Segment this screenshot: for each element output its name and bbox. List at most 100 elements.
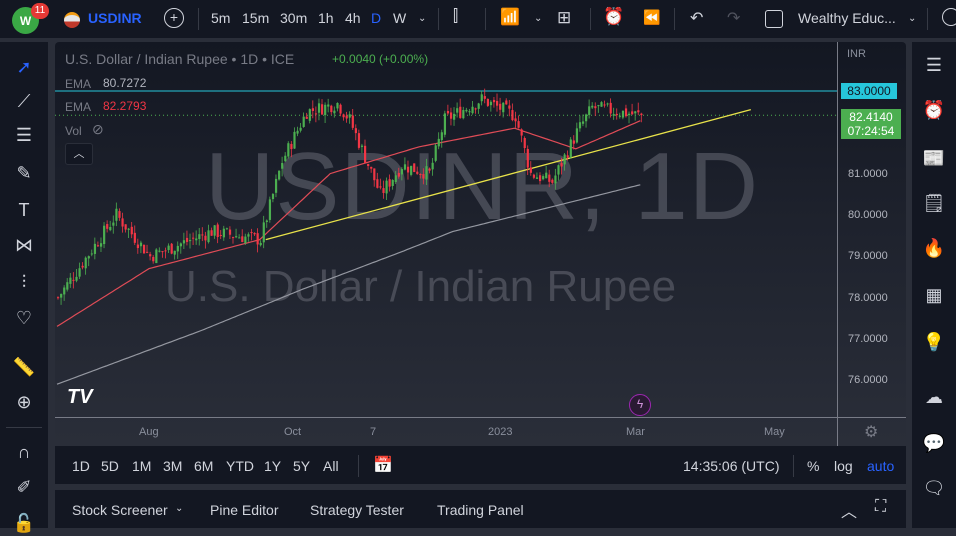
fib-icon[interactable]: ☰ bbox=[11, 122, 37, 148]
interval-w[interactable]: W bbox=[393, 10, 406, 26]
chevron-down-icon[interactable]: ⌄ bbox=[418, 13, 426, 24]
legend-change: +0.0040 (+0.00%) bbox=[332, 52, 429, 66]
log-toggle[interactable]: log bbox=[834, 458, 853, 474]
maximize-icon[interactable]: ⛶ bbox=[875, 498, 886, 516]
tab-stock-screener[interactable]: Stock Screener bbox=[72, 502, 168, 518]
range-1d[interactable]: 1D bbox=[72, 458, 90, 474]
trend-line-icon[interactable]: ⟋ bbox=[11, 88, 37, 114]
auto-toggle[interactable]: auto bbox=[867, 458, 894, 474]
symbol-search[interactable]: USDINR bbox=[88, 10, 142, 26]
pattern-icon[interactable]: ⋈ bbox=[11, 232, 37, 258]
candle-body bbox=[342, 114, 345, 118]
watchlist-icon[interactable]: ☰ bbox=[921, 52, 947, 78]
range-1y[interactable]: 1Y bbox=[264, 458, 281, 474]
indicators-icon[interactable]: 📶 bbox=[500, 7, 520, 27]
chevron-down-icon[interactable]: ⌄ bbox=[175, 503, 183, 514]
undo-icon[interactable]: ↶ bbox=[690, 8, 703, 28]
settings-gear-icon[interactable]: ⚙ bbox=[864, 422, 878, 442]
price-plot[interactable] bbox=[55, 42, 906, 446]
eye-hidden-icon[interactable]: ⊘ bbox=[92, 121, 104, 138]
candle-body bbox=[566, 155, 569, 158]
candle-body bbox=[333, 110, 336, 114]
candle-body bbox=[588, 106, 591, 115]
compare-add-icon[interactable]: + bbox=[164, 8, 184, 28]
data-window-icon[interactable]: 🗒 bbox=[921, 190, 947, 216]
candle-body bbox=[207, 230, 210, 243]
candle-body bbox=[606, 103, 609, 105]
forecast-icon[interactable]: ⫶ bbox=[11, 269, 37, 295]
calendar-icon[interactable]: ▦ bbox=[921, 282, 947, 308]
tradingview-logo[interactable]: TV bbox=[67, 386, 93, 409]
lightning-icon[interactable]: ϟ bbox=[629, 394, 651, 416]
chart-pane[interactable]: USDINR, 1D U.S. Dollar / Indian Rupee U.… bbox=[55, 42, 906, 446]
tab-pine-editor[interactable]: Pine Editor bbox=[210, 502, 278, 518]
brush-icon[interactable]: ✎ bbox=[11, 160, 37, 186]
percent-toggle[interactable]: % bbox=[807, 458, 819, 474]
candle-body bbox=[130, 226, 133, 235]
magnet-icon[interactable]: ∩ bbox=[11, 439, 37, 465]
lock-icon[interactable]: 🔓 bbox=[11, 510, 37, 536]
interval-5m[interactable]: 5m bbox=[211, 10, 230, 26]
candle-body bbox=[210, 230, 213, 236]
candle-body bbox=[373, 168, 376, 181]
candle-body bbox=[554, 175, 557, 184]
range-ytd[interactable]: YTD bbox=[226, 458, 254, 474]
cursor-icon[interactable]: ➚ bbox=[11, 54, 37, 80]
zoom-in-icon[interactable]: ⊕ bbox=[11, 389, 37, 415]
ruler-icon[interactable]: 📏 bbox=[11, 354, 37, 380]
replay-icon[interactable]: ⏪ bbox=[643, 9, 660, 26]
clock[interactable]: 14:35:06 (UTC) bbox=[683, 458, 779, 474]
ema-slow-value: 82.2793 bbox=[103, 99, 147, 113]
range-1m[interactable]: 1M bbox=[132, 458, 151, 474]
range-all[interactable]: All bbox=[323, 458, 339, 474]
candle-body bbox=[192, 237, 195, 239]
interval-d[interactable]: D bbox=[371, 10, 381, 26]
interval-15m[interactable]: 15m bbox=[242, 10, 269, 26]
layout-name[interactable]: Wealthy Educ... bbox=[798, 10, 896, 26]
candle-body bbox=[222, 228, 225, 238]
volume-label[interactable]: Vol bbox=[65, 124, 82, 138]
chats-icon[interactable]: 💬 bbox=[921, 430, 947, 456]
time-axis-border bbox=[55, 417, 906, 418]
text-icon[interactable]: T bbox=[11, 197, 37, 223]
ema-slow-label[interactable]: EMA bbox=[65, 100, 91, 114]
price-axis-border bbox=[837, 42, 838, 446]
range-5d[interactable]: 5D bbox=[101, 458, 119, 474]
time-label: Oct bbox=[284, 426, 302, 438]
candle-body bbox=[314, 113, 318, 115]
candle-body bbox=[146, 251, 149, 253]
interval-30m[interactable]: 30m bbox=[280, 10, 307, 26]
price-tick: 81.0000 bbox=[848, 168, 888, 180]
candles-icon[interactable]: ⫿ bbox=[453, 8, 458, 26]
fullscreen-square-icon[interactable] bbox=[765, 10, 783, 28]
hotlists-fire-icon[interactable]: 🔥 bbox=[921, 235, 947, 261]
layout-grid-icon[interactable]: ⊞ bbox=[557, 8, 571, 28]
currency-selector[interactable]: INR bbox=[847, 48, 866, 60]
alert-icon[interactable]: ⏰ bbox=[603, 7, 624, 27]
heart-icon[interactable]: ♡ bbox=[11, 305, 37, 331]
candle-body bbox=[499, 103, 502, 110]
collapse-legend-button[interactable]: ︿ bbox=[65, 143, 93, 165]
interval-4h[interactable]: 4h bbox=[345, 10, 361, 26]
tab-trading-panel[interactable]: Trading Panel bbox=[437, 502, 524, 518]
range-5y[interactable]: 5Y bbox=[293, 458, 310, 474]
chevron-down-icon[interactable]: ⌄ bbox=[534, 13, 542, 24]
redo-icon[interactable]: ↷ bbox=[727, 8, 740, 28]
messages-icon[interactable]: 🗨 bbox=[921, 475, 947, 501]
interval-1h[interactable]: 1h bbox=[318, 10, 334, 26]
search-icon[interactable] bbox=[942, 8, 956, 26]
range-6m[interactable]: 6M bbox=[194, 458, 213, 474]
candle-body bbox=[560, 163, 563, 167]
go-to-date-icon[interactable]: 📅 bbox=[373, 455, 393, 475]
candle-body bbox=[357, 133, 361, 148]
ideas-bulb-icon[interactable]: 💡 bbox=[921, 329, 947, 355]
chat-cloud-icon[interactable]: ☁ bbox=[921, 384, 947, 410]
chevron-down-icon[interactable]: ⌄ bbox=[908, 13, 916, 24]
chevron-up-icon[interactable]: ︿ bbox=[841, 498, 857, 522]
lock-drawing-icon[interactable]: ✐ bbox=[11, 474, 37, 500]
ema-fast-label[interactable]: EMA bbox=[65, 77, 91, 91]
range-3m[interactable]: 3M bbox=[163, 458, 182, 474]
alerts-clock-icon[interactable]: ⏰ bbox=[921, 97, 947, 123]
tab-strategy-tester[interactable]: Strategy Tester bbox=[310, 502, 404, 518]
news-icon[interactable]: 📰 bbox=[921, 145, 947, 171]
